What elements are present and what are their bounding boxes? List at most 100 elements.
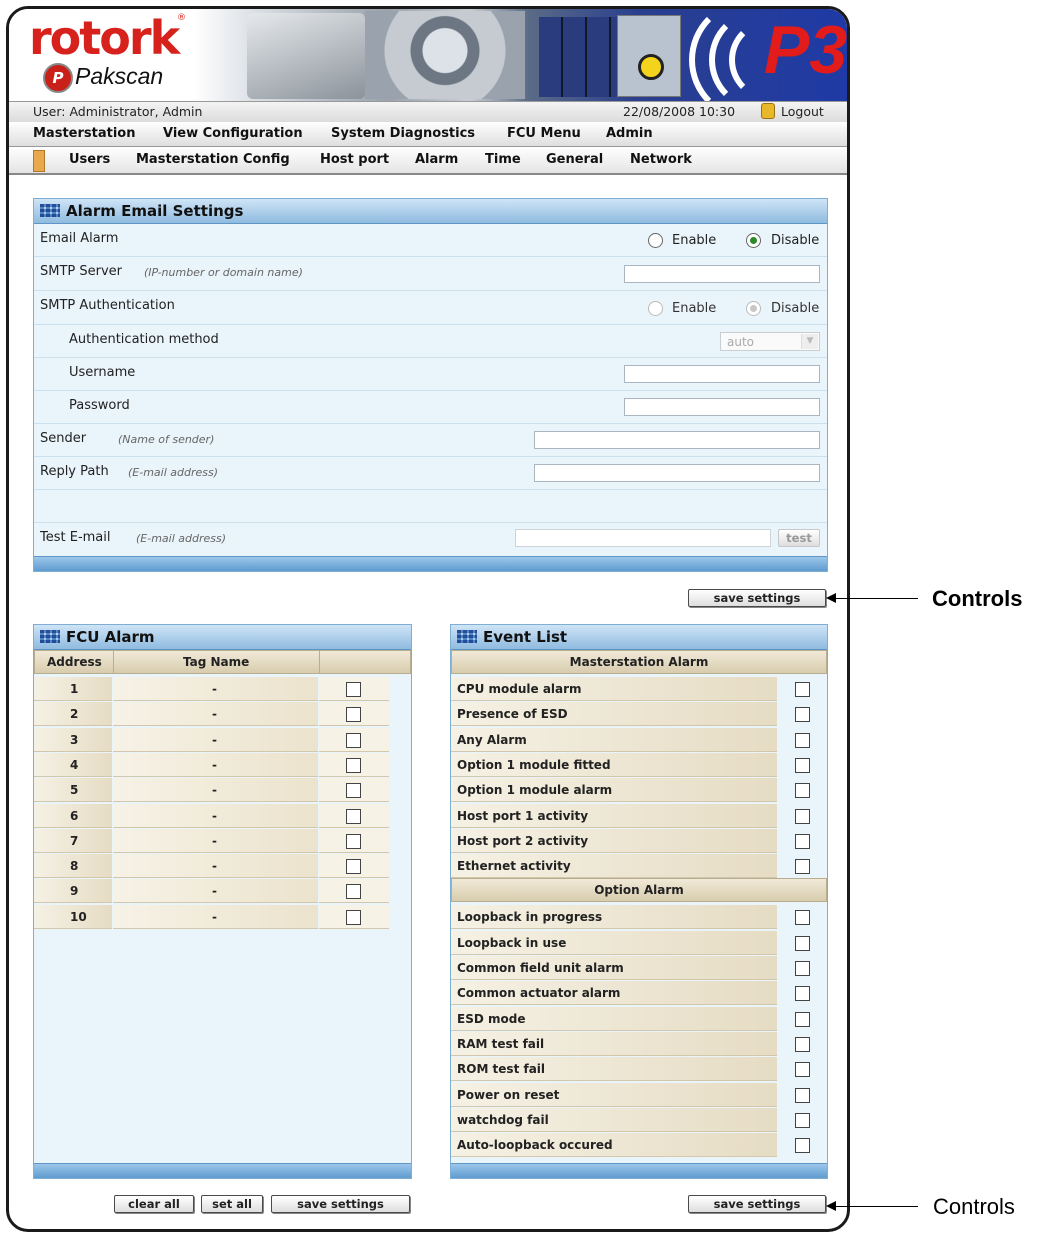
column-header-tag-name: Tag Name — [183, 655, 250, 669]
fcu-alarm-checkbox[interactable] — [346, 732, 361, 748]
event-checkbox[interactable] — [795, 935, 810, 951]
reply-path-hint: (E-mail address) — [128, 466, 219, 479]
masterstation-panel-image — [617, 15, 681, 97]
submenu-item-alarm[interactable]: Alarm — [415, 152, 458, 167]
smtp-server-input[interactable] — [624, 265, 820, 283]
list-item: Power on reset — [451, 1082, 827, 1107]
alarm-email-settings-panel: Alarm Email Settings Email Alarm Enable … — [33, 198, 828, 572]
submenu-item-general[interactable]: General — [546, 152, 603, 167]
fcu-tag-name: - — [212, 682, 217, 696]
event-label: Any Alarm — [457, 732, 527, 747]
fcu-address: 1 — [70, 682, 79, 696]
event-checkbox[interactable] — [795, 1087, 810, 1103]
menu-item-masterstation[interactable]: Masterstation — [33, 126, 135, 141]
callout-label-top: Controls — [932, 586, 1023, 611]
save-settings-button[interactable]: save settings — [688, 589, 826, 607]
fcu-alarm-checkbox[interactable] — [346, 884, 361, 900]
event-checkbox[interactable] — [795, 910, 810, 926]
submenu-item-users[interactable]: Users — [69, 152, 110, 167]
smtp-server-label: SMTP Server — [40, 264, 123, 279]
fcu-address: 2 — [70, 707, 79, 722]
menu-item-view-configuration[interactable]: View Configuration — [163, 126, 303, 141]
submenu-item-host-port[interactable]: Host port — [320, 152, 389, 167]
test-button[interactable]: test — [778, 529, 820, 547]
fcu-alarm-checkbox[interactable] — [346, 757, 361, 773]
fcu-alarm-checkbox[interactable] — [346, 833, 361, 849]
menu-item-admin[interactable]: Admin — [606, 126, 653, 141]
auth-method-label: Authentication method — [69, 332, 219, 347]
menu-item-system-diagnostics[interactable]: System Diagnostics — [331, 126, 475, 141]
fcu-alarm-checkbox[interactable] — [346, 909, 361, 925]
fcu-tag-name: - — [212, 757, 217, 772]
sender-input[interactable] — [534, 431, 820, 449]
event-checkbox[interactable] — [795, 757, 810, 773]
event-label: Power on reset — [457, 1087, 560, 1102]
fcu-alarm-checkbox[interactable] — [346, 707, 361, 723]
event-checkbox[interactable] — [795, 1112, 810, 1128]
pakscan-badge-icon: P — [43, 63, 73, 93]
event-label: Loopback in use — [457, 935, 567, 950]
submenu-item-network[interactable]: Network — [630, 152, 692, 167]
auth-method-select[interactable]: auto ▼ — [720, 332, 820, 351]
main-menu: Masterstation View Configuration System … — [9, 122, 847, 147]
password-input[interactable] — [624, 398, 820, 416]
event-save-settings-button[interactable]: save settings — [688, 1195, 826, 1213]
fcu-alarm-checkbox[interactable] — [346, 859, 361, 875]
test-email-row: Test E-mail (E-mail address) test — [34, 523, 827, 555]
event-checkbox[interactable] — [795, 986, 810, 1002]
clear-all-button[interactable]: clear all — [114, 1195, 194, 1213]
event-label: RAM test fail — [457, 1036, 545, 1051]
event-list-panel: Event List Masterstation Alarm CPU module… — [450, 624, 828, 1179]
event-checkbox[interactable] — [795, 732, 810, 748]
email-alarm-disable-radio[interactable] — [746, 233, 761, 248]
submenu-item-masterstation-config[interactable]: Masterstation Config — [136, 152, 290, 167]
fcu-save-settings-button[interactable]: save settings — [271, 1195, 410, 1213]
table-row: 9- — [34, 878, 390, 904]
smtp-auth-disable-radio[interactable] — [746, 301, 761, 316]
event-label: ROM test fail — [457, 1062, 546, 1077]
test-email-hint: (E-mail address) — [136, 532, 227, 545]
event-group-title: Masterstation Alarm — [569, 655, 709, 669]
event-label: Host port 2 activity — [457, 833, 589, 848]
current-datetime: 22/08/2008 10:30 — [623, 104, 736, 119]
fcu-tag-name: - — [212, 833, 217, 848]
email-alarm-label: Email Alarm — [40, 231, 119, 246]
fcu-address: 5 — [70, 783, 79, 798]
event-checkbox[interactable] — [795, 961, 810, 976]
event-checkbox[interactable] — [795, 1138, 810, 1154]
username-input[interactable] — [624, 365, 820, 383]
event-checkbox[interactable] — [795, 833, 810, 849]
module-rack-image — [539, 17, 629, 97]
list-item: ESD mode — [451, 1006, 827, 1031]
event-checkbox[interactable] — [795, 1062, 810, 1078]
menu-item-fcu-menu[interactable]: FCU Menu — [507, 126, 581, 141]
list-item: Loopback in progress — [451, 904, 827, 930]
event-checkbox[interactable] — [795, 682, 810, 697]
fcu-tag-name: - — [212, 732, 217, 747]
smtp-server-hint: (IP-number or domain name) — [144, 266, 303, 279]
email-alarm-enable-radio[interactable] — [648, 233, 663, 248]
event-checkbox[interactable] — [795, 1036, 810, 1052]
event-checkbox[interactable] — [795, 1011, 810, 1027]
fcu-alarm-checkbox[interactable] — [346, 682, 361, 697]
event-checkbox[interactable] — [795, 707, 810, 723]
fcu-address: 7 — [70, 833, 79, 848]
event-group-header: Option Alarm — [451, 878, 827, 903]
fcu-alarm-checkbox[interactable] — [346, 783, 361, 799]
list-item: Ethernet activity — [451, 853, 827, 879]
submenu-item-time[interactable]: Time — [485, 152, 521, 167]
logout-link[interactable]: Logout — [781, 104, 824, 119]
panel-footer — [34, 556, 827, 571]
fcu-alarm-checkbox[interactable] — [346, 808, 361, 824]
event-checkbox[interactable] — [795, 783, 810, 799]
set-all-button[interactable]: set all — [201, 1195, 263, 1213]
test-email-input[interactable] — [515, 529, 771, 547]
event-checkbox[interactable] — [795, 808, 810, 824]
grid-icon — [40, 204, 60, 217]
smtp-auth-enable-radio[interactable] — [648, 301, 663, 316]
reply-path-input[interactable] — [534, 464, 820, 482]
event-checkbox[interactable] — [795, 859, 810, 875]
auth-method-value: auto — [727, 335, 755, 349]
list-item: Common actuator alarm — [451, 980, 827, 1006]
list-item: CPU module alarm — [451, 676, 827, 701]
